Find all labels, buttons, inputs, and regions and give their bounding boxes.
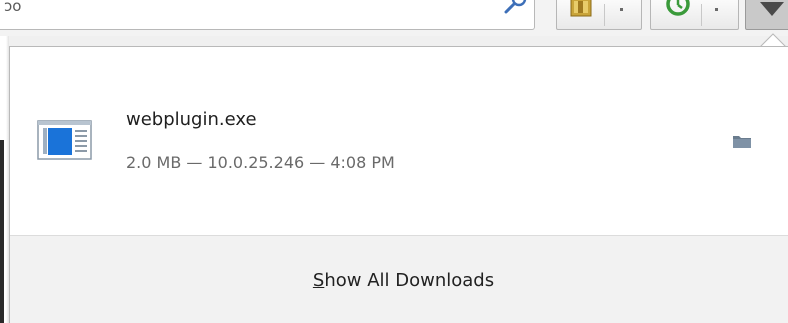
dropdown-dot bbox=[715, 8, 718, 11]
search-input[interactable]: ɔo bbox=[0, 0, 535, 30]
browser-window: ɔo webplugin.exe 2.0 MB — 10.0.25.246 — … bbox=[0, 0, 788, 323]
downloads-icon bbox=[760, 2, 784, 16]
show-all-downloads-text: how All Downloads bbox=[324, 269, 495, 291]
toolbar-separator bbox=[604, 4, 605, 26]
window-edge bbox=[0, 140, 4, 323]
download-file-name: webplugin.exe bbox=[126, 109, 257, 130]
bookmark-menu-button[interactable] bbox=[556, 0, 642, 30]
download-item[interactable]: webplugin.exe 2.0 MB — 10.0.25.246 — 4:0… bbox=[10, 47, 788, 235]
open-folder-button[interactable] bbox=[728, 129, 756, 153]
box-icon bbox=[570, 0, 592, 17]
navigation-toolbar: ɔo bbox=[0, 0, 788, 36]
refresh-menu-button[interactable] bbox=[650, 0, 739, 30]
show-all-downloads-label: Show All Downloads bbox=[313, 270, 494, 291]
download-file-meta: 2.0 MB — 10.0.25.246 — 4:08 PM bbox=[126, 153, 395, 172]
panel-arrow bbox=[760, 33, 786, 47]
search-input-text: ɔo bbox=[4, 0, 22, 15]
folder-icon bbox=[733, 136, 751, 148]
accelerator-key: S bbox=[312, 269, 325, 291]
downloads-panel: webplugin.exe 2.0 MB — 10.0.25.246 — 4:0… bbox=[9, 46, 788, 323]
toolbar-separator bbox=[701, 4, 702, 26]
show-all-downloads-button[interactable]: Show All Downloads bbox=[10, 235, 788, 323]
application-file-icon bbox=[37, 120, 92, 160]
dropdown-dot bbox=[620, 8, 623, 11]
search-icon[interactable] bbox=[503, 0, 529, 17]
refresh-icon bbox=[666, 0, 690, 16]
